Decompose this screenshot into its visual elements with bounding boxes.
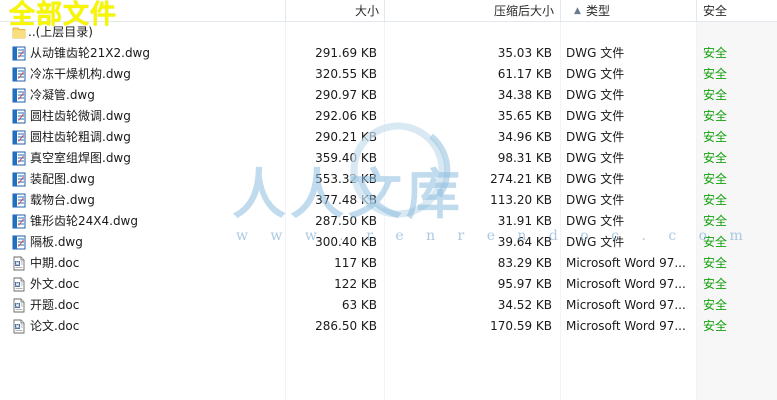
file-type: Microsoft Word 97... <box>566 319 686 333</box>
column-divider[interactable] <box>560 0 561 22</box>
file-type: Microsoft Word 97... <box>566 256 686 270</box>
dwg-file-icon <box>12 109 26 124</box>
table-row[interactable]: 圆柱齿轮微调.dwg 292.06 KB 35.65 KB DWG 文件 安全 <box>0 106 777 127</box>
page-title-overlay: 全部文件 <box>9 0 118 30</box>
watermark-url: w w w . r e n r e n d o c . c o m <box>236 228 752 244</box>
file-compressed-size: 34.38 KB <box>497 88 552 102</box>
file-safety-status: 安全 <box>703 172 728 186</box>
file-size: 63 KB <box>341 298 377 312</box>
file-compressed-size: 61.17 KB <box>497 67 552 81</box>
file-name: 论文.doc <box>30 319 80 333</box>
file-safety-status: 安全 <box>703 88 728 102</box>
table-row[interactable]: 论文.doc 286.50 KB 170.59 KB Microsoft Word 9… <box>0 316 777 337</box>
file-type: DWG 文件 <box>566 151 625 165</box>
column-header-size[interactable]: 大小 <box>355 0 379 22</box>
file-size: 117 KB <box>334 256 377 270</box>
table-row[interactable]: 冷冻干燥机构.dwg 320.55 KB 61.17 KB DWG 文件 安全 <box>0 64 777 85</box>
table-row[interactable]: 圆柱齿轮粗调.dwg 290.21 KB 34.96 KB DWG 文件 安全 <box>0 127 777 148</box>
table-row[interactable]: 中期.doc 117 KB 83.29 KB Microsoft Word 97...… <box>0 253 777 274</box>
doc-file-icon <box>13 256 25 271</box>
dwg-file-icon <box>12 193 26 208</box>
file-size: 291.69 KB <box>315 46 377 60</box>
file-compressed-size: 170.59 KB <box>490 319 552 333</box>
file-safety-status: 安全 <box>703 46 728 60</box>
file-type: Microsoft Word 97... <box>566 277 686 291</box>
file-safety-status: 安全 <box>703 256 728 270</box>
file-type: DWG 文件 <box>566 46 625 60</box>
file-safety-status: 安全 <box>703 151 728 165</box>
column-header-safety[interactable]: 安全 <box>703 0 727 22</box>
sort-up-arrow-icon: ▲ <box>574 6 581 16</box>
file-size: 320.55 KB <box>315 67 377 81</box>
dwg-file-icon <box>12 88 26 103</box>
table-row[interactable]: 开题.doc 63 KB 34.52 KB Microsoft Word 97... 安… <box>0 295 777 316</box>
file-safety-status: 安全 <box>703 109 728 123</box>
dwg-file-icon <box>12 151 26 166</box>
dwg-file-icon <box>12 172 26 187</box>
watermark-text: 人人文库 <box>232 163 464 226</box>
dwg-file-icon <box>12 130 26 145</box>
file-type: DWG 文件 <box>566 193 625 207</box>
file-size: 290.97 KB <box>315 88 377 102</box>
file-name: 开题.doc <box>30 298 80 312</box>
file-name: 中期.doc <box>30 256 80 270</box>
doc-file-icon <box>13 298 25 313</box>
file-type: DWG 文件 <box>566 88 625 102</box>
column-divider[interactable] <box>696 0 697 22</box>
column-divider[interactable] <box>384 0 385 22</box>
file-compressed-size: 95.97 KB <box>497 277 552 291</box>
file-name: 冷凝管.dwg <box>30 88 95 102</box>
column-header-type[interactable]: 类型 <box>586 0 610 22</box>
file-safety-status: 安全 <box>703 298 728 312</box>
table-row[interactable]: 冷凝管.dwg 290.97 KB 34.38 KB DWG 文件 安全 <box>0 85 777 106</box>
file-compressed-size: 35.65 KB <box>497 109 552 123</box>
file-compressed-size: 34.96 KB <box>497 130 552 144</box>
file-size: 290.21 KB <box>315 130 377 144</box>
file-type: DWG 文件 <box>566 172 625 186</box>
dwg-file-icon <box>12 235 26 250</box>
file-size: 122 KB <box>334 277 377 291</box>
table-row[interactable]: 从动锥齿轮21X2.dwg 291.69 KB 35.03 KB DWG 文件 安全 <box>0 43 777 64</box>
file-compressed-size: 34.52 KB <box>497 298 552 312</box>
file-name: 外文.doc <box>30 277 80 291</box>
file-safety-status: 安全 <box>703 193 728 207</box>
file-compressed-size: 35.03 KB <box>497 46 552 60</box>
file-compressed-size: 83.29 KB <box>497 256 552 270</box>
file-size: 292.06 KB <box>315 109 377 123</box>
file-safety-status: 安全 <box>703 130 728 144</box>
file-type: DWG 文件 <box>566 130 625 144</box>
file-name: 圆柱齿轮微调.dwg <box>30 109 131 123</box>
doc-file-icon <box>13 277 25 292</box>
dwg-file-icon <box>12 67 26 82</box>
file-name: 从动锥齿轮21X2.dwg <box>30 46 150 60</box>
file-safety-status: 安全 <box>703 67 728 81</box>
dwg-file-icon <box>12 46 26 61</box>
file-safety-status: 安全 <box>703 319 728 333</box>
doc-file-icon <box>13 319 25 334</box>
file-type: DWG 文件 <box>566 109 625 123</box>
column-divider[interactable] <box>285 0 286 22</box>
file-size: 286.50 KB <box>315 319 377 333</box>
file-type: DWG 文件 <box>566 67 625 81</box>
column-header-compressed-size[interactable]: 压缩后大小 <box>494 0 554 22</box>
dwg-file-icon <box>12 214 26 229</box>
file-safety-status: 安全 <box>703 277 728 291</box>
table-row[interactable]: 外文.doc 122 KB 95.97 KB Microsoft Word 97...… <box>0 274 777 295</box>
file-type: Microsoft Word 97... <box>566 298 686 312</box>
file-name: 圆柱齿轮粗调.dwg <box>30 130 131 144</box>
file-list-view: 名称 大小 压缩后大小 ▲ 类型 安全 ..(上层目录) 从动锥齿轮21X2.d… <box>0 0 777 400</box>
file-name: 冷冻干燥机构.dwg <box>30 67 131 81</box>
